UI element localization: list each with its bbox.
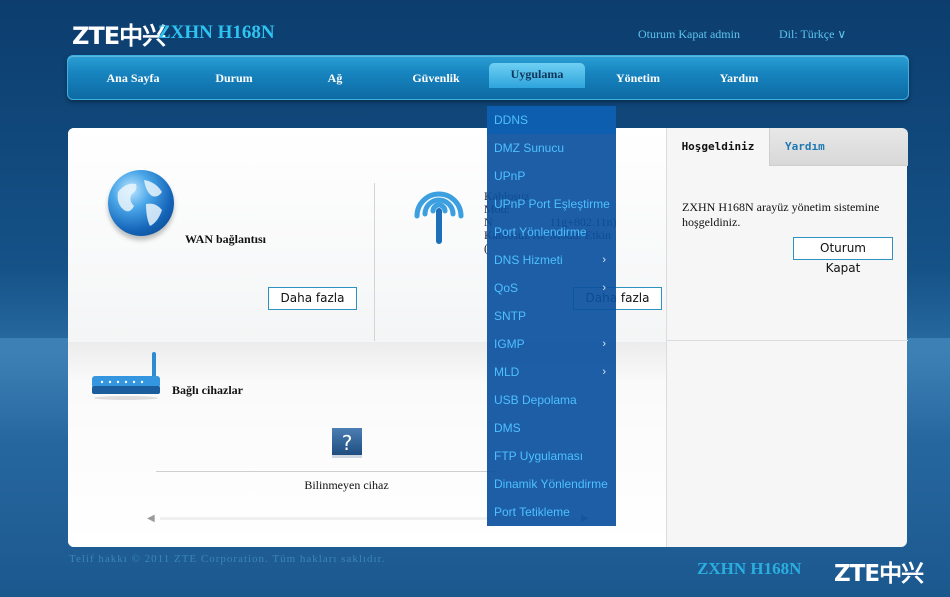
tab-welcome[interactable]: Hoşgeldiniz (667, 128, 770, 166)
copyright: Telif hakkı © 2011 ZTE Corporation. Tüm … (69, 553, 386, 565)
nav-guvenlik[interactable]: Güvenlik (386, 56, 486, 101)
router-icon (92, 352, 160, 400)
menu-item-label: DMZ Sunucu (494, 141, 565, 155)
menu-item-label: SNTP (494, 309, 527, 323)
menu-item-igmp[interactable]: IGMP › (494, 330, 616, 358)
side-divider (667, 340, 908, 341)
devices-title: Bağlı cihazlar (172, 383, 243, 397)
footer-logo: ZTE中兴 (834, 561, 924, 587)
nav-ag[interactable]: Ağ (285, 56, 385, 101)
unknown-device-label: Bilinmeyen cihaz (304, 478, 389, 492)
menu-item-label: IGMP (494, 337, 525, 351)
menu-item-upnp[interactable]: UPnP (494, 162, 616, 190)
footer-model: ZXHN H168N (697, 559, 802, 578)
nav-uygulama[interactable]: Uygulama (489, 63, 585, 88)
menu-item-label: UPnP Port Eşleştirme (494, 197, 610, 211)
divider (374, 183, 375, 341)
scroll-left-icon[interactable]: ◀ (147, 513, 155, 524)
main-nav: Ana Sayfa Durum Ağ Güvenlik Uygulama Yön… (67, 55, 909, 100)
globe-icon (108, 170, 174, 236)
wifi-icon (414, 191, 464, 244)
tab-help[interactable]: Yardım (785, 128, 825, 166)
menu-item-upnp-port-e-le-tirme[interactable]: UPnP Port Eşleştirme (494, 190, 616, 218)
menu-item-ddns[interactable]: DDNS (494, 106, 616, 134)
menu-item-dmz-sunucu[interactable]: DMZ Sunucu (494, 134, 616, 162)
chevron-right-icon: › (602, 254, 606, 266)
logout-link[interactable]: Oturum Kapat admin (638, 27, 740, 42)
menu-item-label: Dinamik Yönlendirme (494, 477, 608, 491)
chevron-right-icon: › (602, 338, 606, 350)
nav-durum[interactable]: Durum (184, 56, 284, 101)
chevron-right-icon: › (602, 366, 606, 378)
menu-item-dms[interactable]: DMS (494, 414, 616, 442)
menu-item-label: MLD (494, 365, 520, 379)
wan-more-button[interactable]: Daha fazla (268, 287, 357, 310)
menu-item-label: DNS Hizmeti (494, 253, 563, 267)
menu-item-ftp-uygulamas-[interactable]: FTP Uygulaması (494, 442, 616, 470)
menu-item-dns-hizmeti[interactable]: DNS Hizmeti › (494, 246, 616, 274)
menu-item-dinamik-y-nlendirme[interactable]: Dinamik Yönlendirme (494, 470, 616, 498)
side-tabs: Hoşgeldiniz Yardım (667, 128, 908, 166)
menu-item-label: USB Depolama (494, 393, 577, 407)
zte-logo: ZTE中兴 (72, 22, 166, 50)
welcome-text: ZXHN H168N arayüz yönetim sistemine hoşg… (682, 200, 880, 229)
nav-yonetim[interactable]: Yönetim (588, 56, 688, 101)
device-line (156, 471, 496, 472)
menu-item-port-y-nlendirme[interactable]: Port Yönlendirme (494, 218, 616, 246)
language-select[interactable]: Dil: Türkçe ∨ (779, 27, 846, 42)
menu-item-qos[interactable]: QoS › (494, 274, 616, 302)
unknown-device-icon[interactable]: ? (332, 428, 362, 458)
menu-item-usb-depolama[interactable]: USB Depolama (494, 386, 616, 414)
menu-item-label: UPnP (494, 169, 526, 183)
side-panel: Hoşgeldiniz Yardım ZXHN H168N arayüz yön… (666, 128, 908, 547)
menu-item-sntp[interactable]: SNTP (494, 302, 616, 330)
wan-title: WAN bağlantısı (185, 232, 267, 246)
model-title: ZXHN H168N (158, 22, 275, 43)
nav-yardim[interactable]: Yardım (689, 56, 789, 101)
nav-ana-sayfa[interactable]: Ana Sayfa (83, 56, 183, 101)
menu-item-label: DMS (494, 421, 521, 435)
menu-item-mld[interactable]: MLD › (494, 358, 616, 386)
menu-item-label: FTP Uygulaması (494, 449, 584, 463)
menu-item-label: Port Yönlendirme (494, 225, 587, 239)
menu-item-port-tetikleme[interactable]: Port Tetikleme (494, 498, 616, 526)
menu-item-label: QoS (494, 281, 519, 295)
chevron-right-icon: › (602, 282, 606, 294)
menu-item-label: Port Tetikleme (494, 505, 570, 519)
menu-item-label: DDNS (494, 113, 529, 127)
logout-button[interactable]: Oturum Kapat (793, 237, 893, 275)
